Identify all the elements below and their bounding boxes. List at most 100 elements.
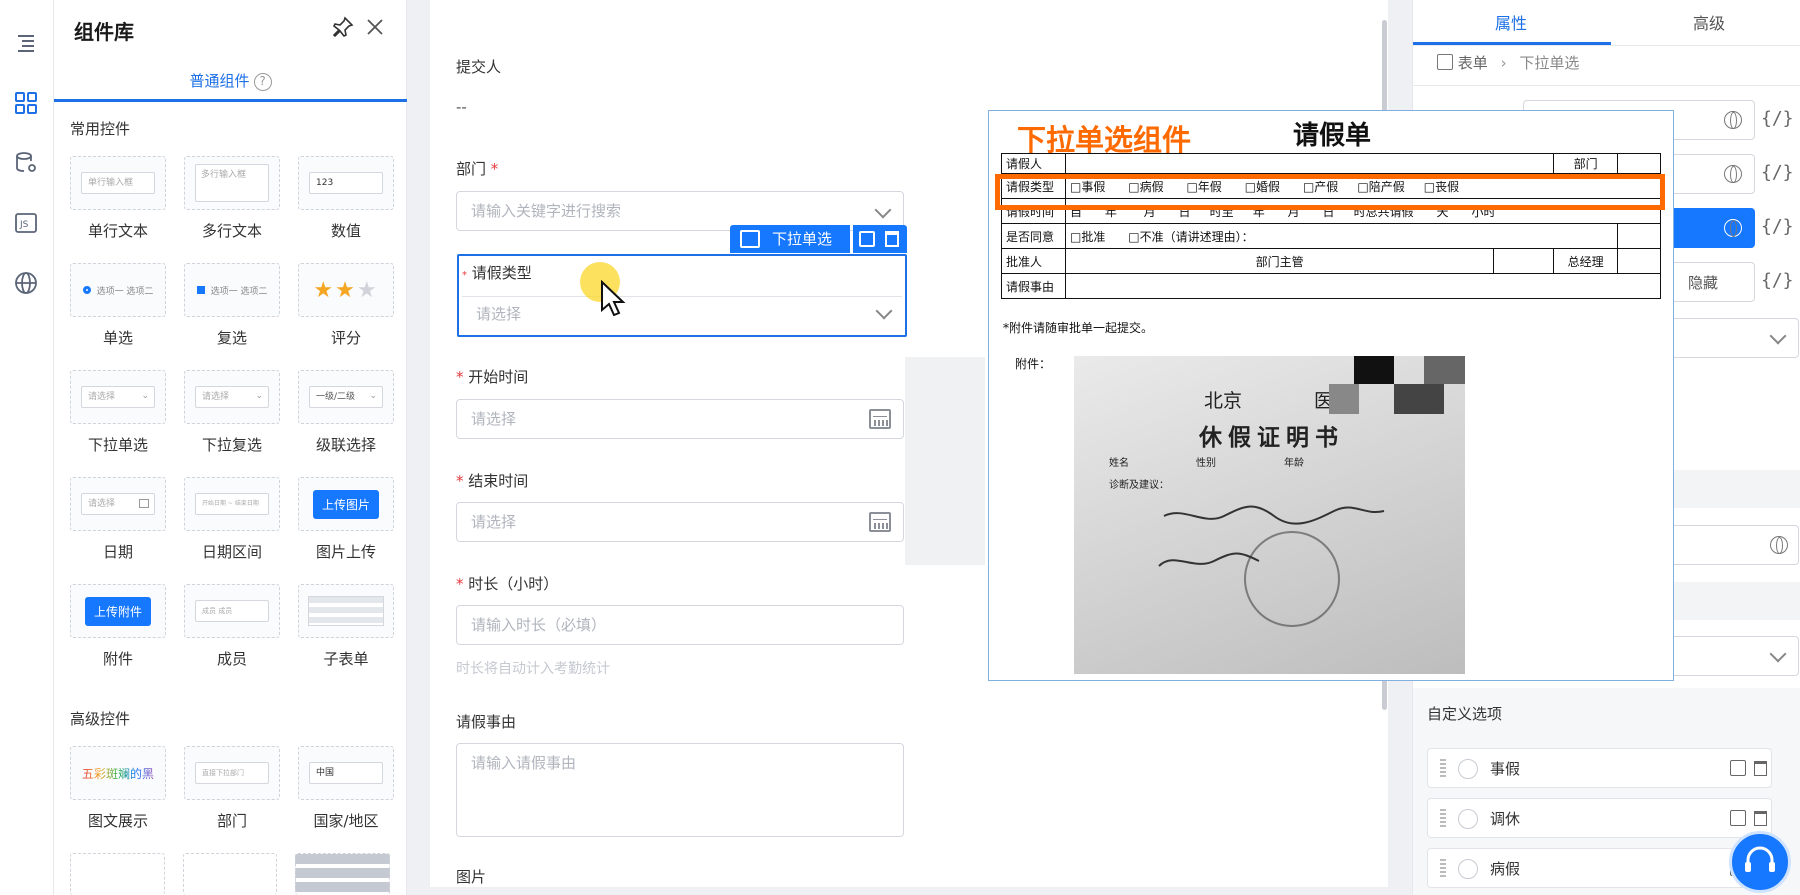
globe-icon[interactable] — [9, 266, 43, 300]
preview-date: 请选择 — [81, 493, 155, 515]
delete-icon[interactable] — [885, 231, 899, 247]
component-label: 单选 — [102, 329, 133, 347]
component-preview: 五彩斑斓的黑 — [70, 746, 166, 800]
delete-icon[interactable] — [1754, 811, 1767, 826]
component-preview: 开始日期 ~ 结束日期 — [184, 477, 280, 531]
dropdown-component-icon — [740, 230, 760, 248]
component-date-range[interactable]: 开始日期 ~ 结束日期 日期区间 — [184, 477, 280, 584]
component-member[interactable]: 成员 成员 成员 — [184, 584, 280, 691]
duration-label: * 时长（小时） — [456, 573, 558, 594]
leave-type-label-text: 请假类型 — [471, 264, 532, 282]
code-icon[interactable]: {/} — [1761, 162, 1794, 183]
option-label: 事假 — [1490, 760, 1521, 778]
breadcrumb-root[interactable]: 表单 — [1458, 54, 1488, 72]
component-number[interactable]: 123 数值 — [298, 156, 394, 263]
component-department[interactable]: 直接下拉部门 部门 — [184, 746, 280, 853]
option-item[interactable]: 调休 — [1427, 798, 1772, 838]
component-rating[interactable]: ★★★ 评分 — [298, 263, 394, 370]
preview-rich-text: 五彩斑斓的黑 — [81, 766, 154, 781]
component-label: 成员 — [216, 650, 247, 668]
drag-handle-icon[interactable] — [1440, 759, 1446, 779]
table-cell: 批准人 — [1001, 248, 1066, 274]
globe-icon[interactable] — [1770, 536, 1788, 554]
leave-type-label: * 请假类型 — [462, 262, 532, 283]
medical-certificate-photo: 北京 医院 休假证明书 姓名 性别 年龄 诊断及建议： — [1074, 356, 1465, 674]
component-preview: 中国 — [298, 746, 394, 800]
component-label: 复选 — [216, 329, 247, 347]
code-icon[interactable]: {/} — [1761, 216, 1794, 237]
component-preview: 请选择 ⌄ — [70, 370, 166, 424]
globe-icon[interactable] — [1724, 219, 1742, 237]
component-preview-partial[interactable] — [182, 853, 278, 895]
component-image-upload[interactable]: 上传图片 图片上传 — [298, 477, 394, 584]
tab-properties[interactable]: 属性 — [1495, 10, 1527, 34]
component-dropdown-multi[interactable]: 请选择 ⌄ 下拉复选 — [184, 370, 280, 477]
help-icon[interactable]: ? — [253, 72, 272, 91]
mosaic-block — [1354, 356, 1394, 384]
code-icon[interactable]: {/} — [1761, 108, 1794, 129]
edit-icon[interactable] — [1730, 760, 1746, 776]
component-rich-display[interactable]: 五彩斑斓的黑 图文展示 — [70, 746, 166, 853]
crumb-divider — [1413, 85, 1800, 86]
chevron-down-icon: ⌄ — [369, 391, 377, 401]
leave-type-select[interactable]: 请选择 — [476, 303, 521, 324]
tab-advanced[interactable]: 高级 — [1693, 10, 1725, 34]
custom-options-title: 自定义选项 — [1427, 705, 1503, 723]
end-time-picker[interactable]: 请选择 — [456, 502, 904, 542]
component-preview-partial[interactable] — [295, 853, 391, 895]
start-time-picker[interactable]: 请选择 — [456, 399, 904, 439]
reason-textarea[interactable]: 请输入请假事由 — [456, 743, 904, 837]
component-country-region[interactable]: 中国 国家/地区 — [298, 746, 394, 853]
edit-icon[interactable] — [1730, 810, 1746, 826]
component-radio[interactable]: 选项一 选项二 单选 — [70, 263, 166, 370]
submitter-value: -- — [456, 98, 467, 116]
component-label: 数值 — [330, 222, 361, 240]
globe-icon[interactable] — [1724, 111, 1742, 129]
component-attachment[interactable]: 上传附件 附件 — [70, 584, 166, 691]
globe-icon[interactable] — [1724, 165, 1742, 183]
js-icon[interactable]: JS — [9, 206, 43, 240]
customer-service-button[interactable] — [1729, 831, 1791, 893]
option-item[interactable]: 病假 — [1427, 848, 1772, 888]
duration-input[interactable]: 请输入时长（必填） — [456, 605, 904, 645]
copy-icon[interactable] — [859, 231, 875, 247]
components-icon[interactable] — [9, 86, 43, 120]
component-date[interactable]: 请选择 日期 — [70, 477, 166, 584]
component-checkbox[interactable]: 选项一 选项二 复选 — [184, 263, 280, 370]
component-preview: ★★★ — [298, 263, 394, 317]
component-label: 子表单 — [323, 650, 369, 668]
preview-upload-image-button: 上传图片 — [312, 489, 379, 519]
component-label: 图文展示 — [87, 812, 148, 830]
outline-icon[interactable] — [9, 26, 43, 60]
component-panel: 组件库 普通组件? 常用控件 单行输入框 单行文本 多行输入框 多行文本 123… — [54, 0, 407, 895]
radio-circle-icon[interactable] — [1458, 759, 1478, 779]
code-icon[interactable]: {/} — [1761, 270, 1794, 291]
component-cascader[interactable]: 一级/二级 ⌄ 级联选择 — [298, 370, 394, 477]
duration-placeholder: 请输入时长（必填） — [471, 616, 607, 634]
component-label: 国家/地区 — [313, 812, 379, 830]
drop-placeholder-area — [905, 357, 985, 565]
reason-label: 请假事由 — [456, 713, 517, 731]
table-cell: 请假事由 — [1001, 273, 1066, 299]
component-single-line-text[interactable]: 单行输入框 单行文本 — [70, 156, 166, 263]
drag-handle-icon[interactable] — [1440, 809, 1446, 829]
chevron-down-icon — [1769, 645, 1787, 663]
pin-icon[interactable] — [332, 16, 354, 38]
option-item[interactable]: 事假 — [1427, 748, 1772, 788]
drag-handle-icon[interactable] — [1440, 859, 1446, 879]
component-label: 日期区间 — [201, 543, 262, 561]
close-icon[interactable] — [364, 16, 386, 38]
radio-circle-icon[interactable] — [1458, 859, 1478, 879]
component-multi-line-text[interactable]: 多行输入框 多行文本 — [184, 156, 280, 263]
panel-title: 组件库 — [74, 20, 134, 44]
radio-circle-icon[interactable] — [1458, 809, 1478, 829]
component-label: 多行文本 — [201, 222, 262, 240]
preview-member: 成员 成员 — [195, 600, 269, 622]
tab-common-components[interactable]: 普通组件? — [54, 64, 407, 102]
delete-icon[interactable] — [1754, 761, 1767, 776]
component-preview-partial[interactable] — [70, 853, 165, 895]
database-settings-icon[interactable] — [9, 146, 43, 180]
component-dropdown-single[interactable]: 请选择 ⌄ 下拉单选 — [70, 370, 166, 477]
breadcrumb-separator-icon: › — [1500, 54, 1507, 72]
component-subform[interactable]: 子表单 — [298, 584, 394, 691]
